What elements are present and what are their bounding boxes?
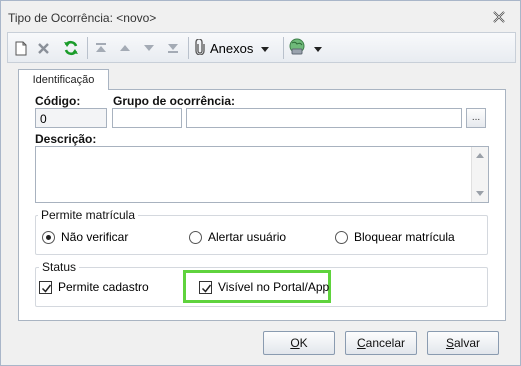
title-bar: Tipo de Ocorrência: <novo> (1, 1, 520, 31)
status-title: Status (39, 260, 80, 274)
radio-nao-verificar[interactable]: Não verificar (42, 230, 128, 244)
grupo-label: Grupo de ocorrência: (113, 94, 236, 108)
anexos-button[interactable]: Anexos (194, 37, 280, 58)
chevron-down-icon (261, 41, 270, 55)
move-down-icon[interactable] (140, 38, 158, 58)
checkbox-visivel-portal[interactable]: Visível no Portal/App (199, 280, 329, 294)
checkbox-permite-cadastro[interactable]: Permite cadastro (39, 280, 149, 294)
move-last-icon[interactable] (164, 38, 182, 58)
descricao-label: Descrição: (35, 132, 97, 146)
close-icon[interactable] (492, 10, 506, 24)
dialog-window: Tipo de Ocorrência: <novo> Anexos Identi… (0, 0, 521, 366)
grupo-name-field[interactable] (186, 108, 462, 128)
window-title: Tipo de Ocorrência: <novo> (8, 11, 157, 25)
move-first-icon[interactable] (92, 38, 110, 58)
permite-matricula-title: Permite matrícula (38, 208, 139, 222)
checkmark-icon (199, 280, 212, 294)
descricao-scrollbar[interactable] (471, 147, 488, 202)
tab-identificacao[interactable]: Identificação (18, 69, 109, 90)
refresh-icon[interactable] (61, 38, 81, 58)
radio-alertar-usuario[interactable]: Alertar usuário (189, 230, 286, 244)
toolbar: Anexos (7, 32, 516, 63)
globe-icon (288, 38, 306, 59)
descricao-textarea[interactable] (35, 146, 489, 203)
chevron-down-icon (314, 41, 322, 55)
grupo-lookup-button[interactable]: ... (466, 108, 486, 128)
radio-unselected-icon (189, 230, 202, 244)
ok-button[interactable]: OK (263, 331, 335, 355)
checkmark-icon (39, 280, 52, 294)
scroll-down-icon[interactable] (476, 191, 484, 196)
scroll-up-icon[interactable] (476, 153, 484, 158)
new-document-icon[interactable] (12, 38, 30, 58)
cancel-button[interactable]: Cancelar (345, 331, 417, 355)
codigo-label: Código: (35, 94, 81, 108)
move-up-icon[interactable] (116, 38, 134, 58)
codigo-value: 0 (40, 112, 47, 126)
grupo-code-field[interactable] (112, 108, 182, 128)
save-button[interactable]: Salvar (427, 331, 499, 355)
globe-menu-button[interactable] (288, 38, 328, 58)
paperclip-icon (194, 37, 206, 58)
delete-icon[interactable] (34, 38, 52, 58)
radio-selected-icon (42, 230, 55, 244)
radio-bloquear-matricula[interactable]: Bloquear matrícula (335, 230, 455, 244)
codigo-field[interactable]: 0 (35, 108, 107, 128)
radio-unselected-icon (335, 230, 348, 244)
anexos-label: Anexos (210, 40, 254, 56)
